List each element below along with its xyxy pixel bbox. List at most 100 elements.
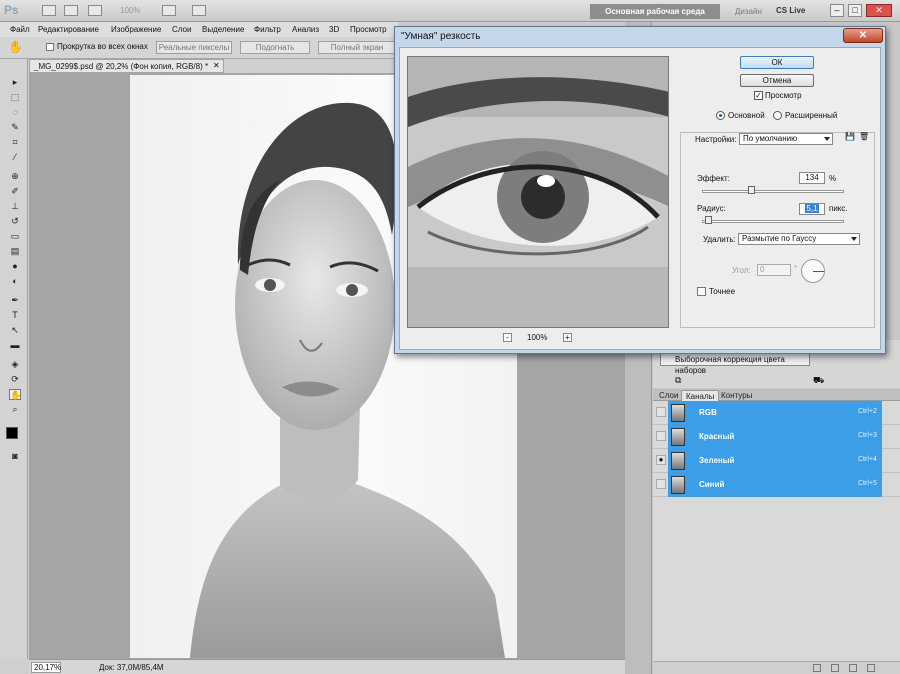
dodge-tool-icon[interactable]: ◐ <box>9 276 21 287</box>
eraser-tool-icon[interactable]: ▭ <box>9 231 21 242</box>
mini-bridge-icon[interactable] <box>64 5 78 16</box>
tab-layers[interactable]: Слои <box>655 390 682 401</box>
zoom-in-button[interactable]: + <box>563 333 572 342</box>
channel-name: Синий <box>699 480 725 489</box>
tab-channels[interactable]: Каналы <box>681 390 720 401</box>
foreground-color-swatch[interactable] <box>6 427 18 439</box>
workspace-button[interactable]: Основная рабочая среда <box>590 4 720 19</box>
chevron-down-icon <box>824 137 830 141</box>
shape-tool-icon[interactable]: ▬ <box>9 340 21 351</box>
channel-row-green[interactable]: ● Зеленый Ctrl+4 <box>653 449 900 473</box>
view-extras-icon[interactable] <box>88 5 102 16</box>
eyedropper-tool-icon[interactable]: ⁄ <box>9 152 21 163</box>
blur-tool-icon[interactable]: ● <box>9 261 21 272</box>
ok-button[interactable]: ОК <box>740 56 814 69</box>
channel-row-rgb[interactable]: RGB Ctrl+2 <box>653 401 900 425</box>
move-tool-icon[interactable]: ▸ <box>9 77 21 88</box>
quick-mask-icon[interactable]: ◙ <box>9 451 21 462</box>
trash-icon[interactable]: 🗑 <box>859 132 869 142</box>
3d-orbit-icon[interactable]: ⟳ <box>9 374 21 385</box>
history-brush-icon[interactable]: ↺ <box>9 216 21 227</box>
close-tab-icon[interactable]: ✕ <box>213 61 222 70</box>
save-settings-icon[interactable]: 💾 <box>845 132 855 142</box>
cancel-button[interactable]: Отмена <box>740 74 814 87</box>
new-channel-icon[interactable] <box>849 664 857 672</box>
radius-input[interactable]: 5,1 <box>799 203 825 215</box>
visibility-toggle[interactable] <box>656 407 666 417</box>
lasso-tool-icon[interactable]: ◌ <box>9 107 21 118</box>
clone-stamp-icon[interactable]: ⊥ <box>9 201 21 212</box>
healing-brush-icon[interactable]: ⊕ <box>9 171 21 182</box>
menu-select[interactable]: Выделение <box>202 25 244 34</box>
delete-channel-icon[interactable] <box>867 664 875 672</box>
preview-checkbox[interactable]: ✓ <box>754 91 763 100</box>
actual-pixels-button[interactable]: Реальные пикселы <box>156 41 232 54</box>
menu-3d[interactable]: 3D <box>329 25 339 34</box>
channel-row-red[interactable]: Красный Ctrl+3 <box>653 425 900 449</box>
dialog-close-button[interactable]: ✕ <box>843 28 883 43</box>
effect-slider-thumb[interactable] <box>747 186 755 194</box>
settings-dropdown[interactable]: По умолчанию <box>739 133 833 145</box>
document-tab[interactable]: _MG_0299$.psd @ 20,2% (Фон копия, RGB/8)… <box>29 59 224 73</box>
crop-tool-icon[interactable]: ⌗ <box>9 137 21 148</box>
menu-edit[interactable]: Редактирование <box>38 25 99 34</box>
hand-tool-icon[interactable]: ✋ <box>8 40 23 54</box>
pen-tool-icon[interactable]: ✒ <box>9 295 21 306</box>
minimize-button[interactable]: – <box>830 4 844 17</box>
channel-row-blue[interactable]: Синий Ctrl+5 <box>653 473 900 497</box>
scroll-all-windows-checkbox[interactable] <box>46 43 54 51</box>
design-workspace-link[interactable]: Дизайн <box>735 7 762 16</box>
filter-preview[interactable] <box>407 56 669 328</box>
document-size-readout[interactable]: Док: 37,0M/85,4M <box>99 663 164 672</box>
maximize-button[interactable]: □ <box>848 4 862 17</box>
channel-thumbnail <box>671 476 685 494</box>
screen-mode-icon[interactable] <box>192 5 206 16</box>
angle-input: 0 <box>757 264 791 276</box>
radius-slider-thumb[interactable] <box>704 216 712 224</box>
gradient-tool-icon[interactable]: ▤ <box>9 246 21 257</box>
zoom-out-button[interactable]: - <box>503 333 512 342</box>
more-accurate-checkbox[interactable] <box>697 287 706 296</box>
zoom-percent-field[interactable]: 20,17% <box>31 662 61 673</box>
3d-rotate-icon[interactable]: ◈ <box>9 359 21 370</box>
menu-filter[interactable]: Фильтр <box>254 25 281 34</box>
eye-icon[interactable]: ● <box>656 455 666 465</box>
zoom-tool-icon[interactable]: ⌕ <box>9 404 21 415</box>
channel-shortcut: Ctrl+2 <box>858 408 877 415</box>
document-tab-title: _MG_0299$.psd @ 20,2% (Фон копия, RGB/8)… <box>34 62 209 71</box>
arrange-documents-icon[interactable] <box>162 5 176 16</box>
menu-image[interactable]: Изображение <box>111 25 161 34</box>
truck-icon[interactable]: ⛟ <box>813 375 824 387</box>
adjustment-preset-item[interactable]: Выборочная коррекция цвета наборов <box>660 353 810 375</box>
menu-layers[interactable]: Слои <box>172 25 191 34</box>
zoom-level-readout[interactable]: 100% <box>120 6 140 15</box>
quick-select-tool-icon[interactable]: ✎ <box>9 122 21 133</box>
menu-analysis[interactable]: Анализ <box>292 25 319 34</box>
radius-slider-track[interactable] <box>702 220 844 223</box>
menu-view[interactable]: Просмотр <box>350 25 387 34</box>
close-app-button[interactable]: ✕ <box>866 4 892 17</box>
effect-slider-track[interactable] <box>702 190 844 193</box>
bridge-icon[interactable] <box>42 5 56 16</box>
fit-screen-button[interactable]: Подогнать <box>240 41 310 54</box>
save-selection-icon[interactable] <box>831 664 839 672</box>
adjustment-icon[interactable]: ⧉ <box>675 375 681 386</box>
visibility-toggle[interactable] <box>656 479 666 489</box>
load-selection-icon[interactable] <box>813 664 821 672</box>
cs-live-button[interactable]: CS Live <box>776 6 805 15</box>
smart-sharpen-dialog: "Умная" резкость ✕ - 100% + ОК Отмена ✓ … <box>394 26 886 354</box>
hand-tool-icon[interactable]: ✋ <box>9 389 21 400</box>
effect-amount-input[interactable]: 134 <box>799 172 825 184</box>
full-screen-button[interactable]: Полный экран <box>318 41 396 54</box>
marquee-tool-icon[interactable]: ⬚ <box>9 92 21 103</box>
remove-blur-dropdown[interactable]: Размытие по Гауссу <box>738 233 860 245</box>
channel-name: RGB <box>699 408 717 417</box>
path-select-icon[interactable]: ↖ <box>9 325 21 336</box>
basic-mode-radio[interactable] <box>716 111 725 120</box>
brush-tool-icon[interactable]: ✐ <box>9 186 21 197</box>
advanced-mode-radio[interactable] <box>773 111 782 120</box>
type-tool-icon[interactable]: T <box>9 310 21 321</box>
visibility-toggle[interactable] <box>656 431 666 441</box>
menu-file[interactable]: Файл <box>10 25 30 34</box>
tab-paths[interactable]: Контуры <box>717 390 756 401</box>
